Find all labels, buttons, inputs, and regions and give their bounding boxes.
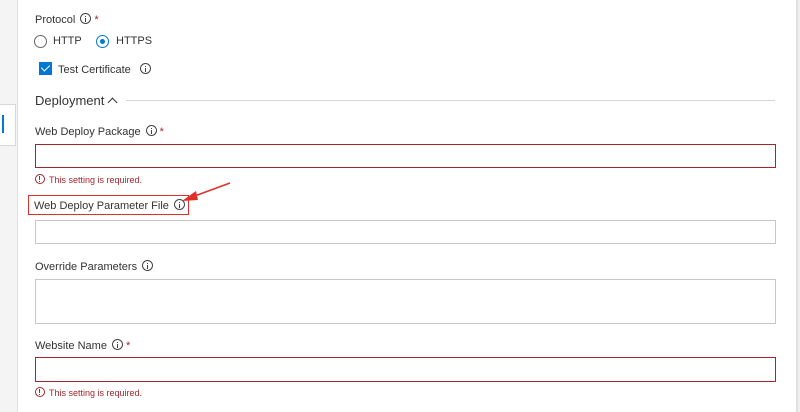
- left-nav-tab[interactable]: [0, 104, 16, 146]
- website-name-required-mark: *: [125, 340, 131, 352]
- test-certificate-checkbox[interactable]: [39, 62, 52, 75]
- radio-http[interactable]: [34, 35, 47, 48]
- web-deploy-package-error: This setting is required.: [35, 174, 142, 185]
- web-deploy-parameter-file-input[interactable]: [35, 220, 776, 244]
- web-deploy-package-label-row: Web Deploy Package *: [35, 125, 164, 138]
- web-deploy-parameter-file-label-row: Web Deploy Parameter File: [34, 199, 185, 212]
- override-parameters-info-icon[interactable]: [142, 260, 154, 271]
- website-name-label-row: Website Name *: [35, 339, 130, 352]
- annotation-arrow-icon: [182, 182, 231, 201]
- web-deploy-package-required-mark: *: [159, 126, 164, 138]
- radio-option-http[interactable]: [34, 35, 47, 48]
- web-deploy-package-input[interactable]: [35, 144, 776, 168]
- error-icon: [35, 174, 45, 184]
- radio-https[interactable]: [96, 35, 109, 48]
- website-name-label: Website Name: [35, 340, 107, 352]
- website-name-error-text: This setting is required.: [49, 388, 143, 398]
- protocol-required-mark: *: [94, 14, 99, 26]
- test-certificate-info-icon[interactable]: [139, 63, 151, 74]
- panel-right-edge: [796, 0, 800, 412]
- error-icon: [35, 387, 45, 397]
- radio-https-label[interactable]: HTTPS: [116, 35, 152, 47]
- protocol-info-icon[interactable]: [80, 13, 92, 24]
- test-certificate-label[interactable]: Test Certificate: [58, 64, 131, 76]
- web-deploy-package-info-icon[interactable]: [145, 125, 157, 136]
- override-parameters-label: Override Parameters: [35, 261, 138, 273]
- website-name-error: This setting is required.: [35, 387, 142, 398]
- website-name-input[interactable]: [35, 357, 776, 382]
- settings-panel: Protocol * HTTP HTTPS Test Certificate De…: [18, 0, 796, 412]
- radio-http-label[interactable]: HTTP: [53, 35, 82, 47]
- override-parameters-label-row: Override Parameters: [35, 260, 154, 273]
- deployment-section-title[interactable]: Deployment: [35, 93, 104, 108]
- protocol-label-row: Protocol *: [35, 13, 99, 26]
- deployment-divider: [126, 100, 775, 101]
- left-gutter: [0, 0, 18, 412]
- website-name-info-icon[interactable]: [111, 339, 123, 350]
- override-parameters-textarea[interactable]: [35, 279, 776, 324]
- chevron-up-icon[interactable]: [107, 97, 118, 108]
- web-deploy-package-error-text: This setting is required.: [49, 175, 143, 185]
- radio-option-https[interactable]: [96, 35, 109, 48]
- web-deploy-package-label: Web Deploy Package: [35, 126, 141, 138]
- test-certificate-row: Test Certificate: [58, 63, 151, 76]
- web-deploy-parameter-file-label: Web Deploy Parameter File: [34, 200, 169, 212]
- protocol-label: Protocol: [35, 14, 76, 26]
